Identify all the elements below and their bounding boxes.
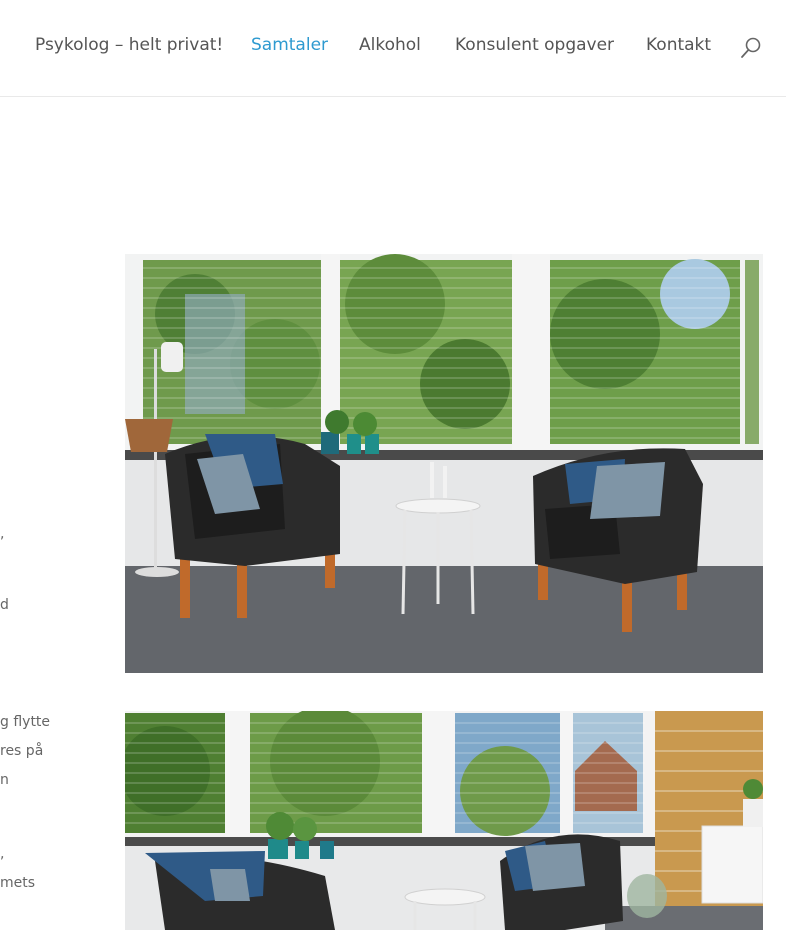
- nav-item-alkohol[interactable]: Alkohol: [359, 34, 421, 56]
- site-header: Psykolog – helt privat! Samtaler Alkohol…: [0, 0, 786, 97]
- nav-item-psykolog[interactable]: Psykolog – helt privat!: [35, 34, 223, 56]
- nav-item-samtaler[interactable]: Samtaler: [251, 34, 328, 56]
- text-fragment: d: [0, 597, 9, 613]
- text-fragment: ,: [0, 526, 5, 542]
- text-fragment: n: [0, 772, 9, 788]
- text-fragment: mets: [0, 875, 36, 891]
- search-icon[interactable]: [739, 36, 763, 60]
- text-fragment: ,: [0, 846, 5, 862]
- therapy-room-photo-2: [125, 711, 763, 930]
- therapy-room-photo-1: [125, 254, 763, 673]
- nav-item-kontakt[interactable]: Kontakt: [646, 34, 711, 56]
- nav-item-konsulent-opgaver[interactable]: Konsulent opgaver: [455, 34, 614, 56]
- text-fragment: res på: [0, 743, 44, 759]
- text-fragment: g flytte: [0, 714, 51, 730]
